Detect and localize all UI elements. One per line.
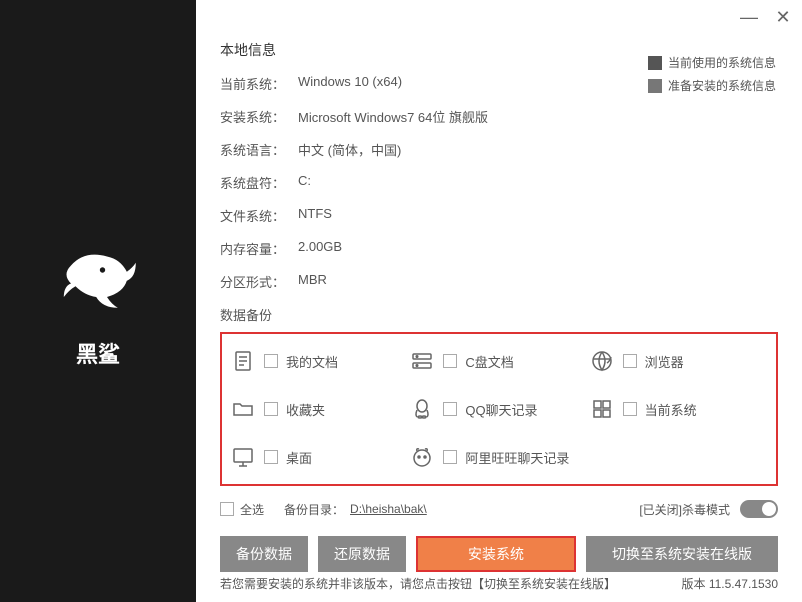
install-button[interactable]: 安装系统 — [416, 536, 576, 572]
backup-label: 浏览器 — [645, 352, 684, 371]
aliwangwang-icon — [409, 444, 435, 470]
legend-current-label: 当前使用的系统信息 — [668, 54, 776, 71]
checkbox[interactable] — [443, 354, 457, 368]
antivirus-toggle[interactable] — [740, 500, 778, 518]
windows-icon — [589, 396, 615, 422]
select-all-checkbox[interactable] — [220, 502, 234, 516]
backup-label: QQ聊天记录 — [465, 400, 537, 419]
shark-icon — [53, 234, 143, 324]
info-value: NTFS — [298, 206, 332, 225]
backup-label: 我的文档 — [286, 352, 338, 371]
legend-current: 当前使用的系统信息 — [648, 54, 776, 71]
titlebar: — ✕ — [740, 8, 792, 26]
backup-item-favorites[interactable]: 收藏夹 — [230, 396, 409, 422]
checkbox[interactable] — [264, 402, 278, 416]
switch-online-button[interactable]: 切换至系统安装在线版 — [586, 536, 778, 572]
backup-label: 当前系统 — [645, 400, 697, 419]
info-label: 文件系统： — [220, 206, 298, 225]
info-value: Microsoft Windows7 64位 旗舰版 — [298, 107, 488, 126]
backup-button[interactable]: 备份数据 — [220, 536, 308, 572]
backup-label: 收藏夹 — [286, 400, 325, 419]
desktop-icon — [230, 444, 256, 470]
backup-header: 数据备份 — [220, 305, 778, 324]
backup-label: 阿里旺旺聊天记录 — [465, 448, 569, 467]
backup-item-desktop[interactable]: 桌面 — [230, 444, 409, 470]
legend-swatch-icon — [648, 56, 662, 70]
checkbox[interactable] — [443, 402, 457, 416]
info-label: 系统盘符： — [220, 173, 298, 192]
options-row: 全选 备份目录： D:\heisha\bak\ [已关闭]杀毒模式 — [220, 500, 778, 518]
backup-dir-link[interactable]: D:\heisha\bak\ — [350, 502, 427, 516]
sidebar: 黑鲨 — [0, 0, 196, 602]
backup-dir-label: 备份目录： — [284, 501, 344, 518]
info-value: C: — [298, 173, 311, 192]
browser-icon — [589, 348, 615, 374]
info-value: 中文 (简体，中国) — [298, 140, 401, 159]
footer: 若您需要安装的系统并非该版本，请您点击按钮【切换至系统安装在线版】 版本 11.… — [220, 575, 778, 592]
backup-item-cdocs[interactable]: C盘文档 — [409, 348, 588, 374]
backup-label: C盘文档 — [465, 352, 513, 371]
info-label: 当前系统： — [220, 74, 298, 93]
checkbox[interactable] — [443, 450, 457, 464]
checkbox[interactable] — [623, 402, 637, 416]
folder-icon — [230, 396, 256, 422]
footer-hint: 若您需要安装的系统并非该版本，请您点击按钮【切换至系统安装在线版】 — [220, 575, 616, 592]
info-label: 安装系统： — [220, 107, 298, 126]
info-label: 系统语言： — [220, 140, 298, 159]
info-label: 分区形式： — [220, 272, 298, 291]
backup-item-aliwangwang[interactable]: 阿里旺旺聊天记录 — [409, 444, 588, 470]
backup-item-qq[interactable]: QQ聊天记录 — [409, 396, 588, 422]
antivirus-mode-label: [已关闭]杀毒模式 — [639, 501, 730, 518]
app-logo: 黑鲨 — [53, 234, 143, 369]
restore-button[interactable]: 还原数据 — [318, 536, 406, 572]
info-value: MBR — [298, 272, 327, 291]
select-all-label: 全选 — [240, 501, 264, 518]
backup-item-browser[interactable]: 浏览器 — [589, 348, 768, 374]
info-label: 内存容量： — [220, 239, 298, 258]
minimize-button[interactable]: — — [740, 8, 758, 26]
drive-icon — [409, 348, 435, 374]
close-button[interactable]: ✕ — [774, 8, 792, 26]
main-panel: — ✕ 当前使用的系统信息 准备安装的系统信息 本地信息 当前系统：Window… — [196, 0, 802, 602]
info-value: 2.00GB — [298, 239, 342, 258]
info-value: Windows 10 (x64) — [298, 74, 402, 93]
backup-options: 我的文档 C盘文档 浏览器 收藏夹 — [220, 332, 778, 486]
action-buttons: 备份数据 还原数据 安装系统 切换至系统安装在线版 — [220, 536, 778, 572]
backup-item-current-system[interactable]: 当前系统 — [589, 396, 768, 422]
document-icon — [230, 348, 256, 374]
footer-version: 版本 11.5.47.1530 — [681, 575, 778, 592]
checkbox[interactable] — [264, 354, 278, 368]
backup-label: 桌面 — [286, 448, 312, 467]
system-info: 当前系统：Windows 10 (x64) 安装系统：Microsoft Win… — [220, 74, 778, 291]
qq-icon — [409, 396, 435, 422]
checkbox[interactable] — [264, 450, 278, 464]
logo-text: 黑鲨 — [53, 337, 143, 369]
checkbox[interactable] — [623, 354, 637, 368]
backup-item-docs[interactable]: 我的文档 — [230, 348, 409, 374]
